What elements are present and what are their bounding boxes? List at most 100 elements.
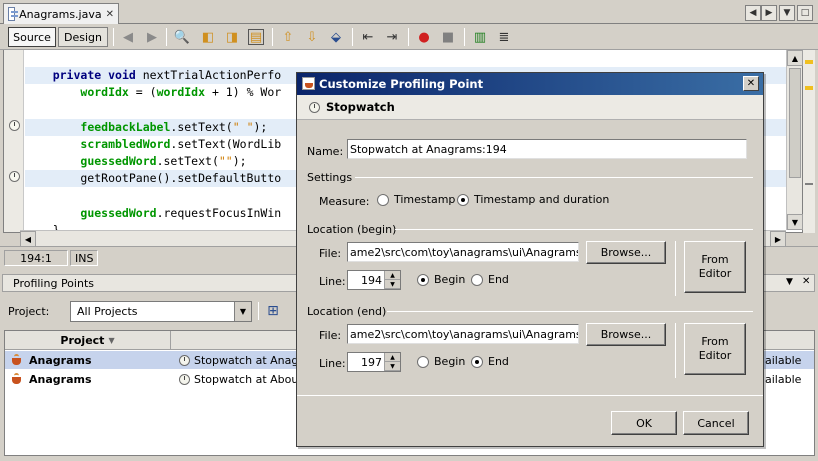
- start-macro-icon[interactable]: ●: [416, 29, 432, 45]
- end-location-end-radio[interactable]: End: [471, 355, 509, 368]
- scroll-up-button[interactable]: ▲: [787, 50, 803, 66]
- tab-anagrams-java[interactable]: Anagrams.java ✕: [3, 3, 119, 24]
- file-label: File:: [319, 247, 342, 260]
- stop-macro-icon[interactable]: ■: [440, 29, 456, 45]
- profiling-point-type: Stopwatch: [326, 100, 395, 114]
- begin-browse-button[interactable]: Browse...: [586, 241, 666, 264]
- scroll-left-button[interactable]: ◀: [20, 231, 36, 247]
- name-input[interactable]: Stopwatch at Anagrams:194: [347, 139, 747, 159]
- project-combobox[interactable]: All Projects ▼: [70, 301, 252, 322]
- forward-arrow-icon[interactable]: ▶: [144, 29, 160, 45]
- dialog-title-bar[interactable]: Customize Profiling Point ✕: [297, 73, 763, 95]
- chevron-down-icon[interactable]: ▼: [234, 302, 251, 321]
- profiling-point-cell: Stopwatch at About:: [179, 370, 306, 388]
- toggle-highlight-icon[interactable]: ▤: [248, 29, 264, 45]
- scroll-right-button[interactable]: ▶: [770, 231, 786, 247]
- minimize-window-icon[interactable]: ▼: [786, 277, 793, 287]
- stopwatch-icon[interactable]: [9, 120, 20, 131]
- find-next-icon[interactable]: ◨: [224, 29, 240, 45]
- end-from-editor-button[interactable]: From Editor: [684, 323, 746, 375]
- dialog-header: Stopwatch: [297, 95, 763, 120]
- end-line-spinner[interactable]: 197 ▲ ▼: [347, 352, 401, 372]
- scroll-down-button[interactable]: ▼: [787, 214, 803, 230]
- toolbar-separator: [113, 28, 114, 46]
- shift-right-icon[interactable]: ⇥: [384, 29, 400, 45]
- previous-bookmark-icon[interactable]: ⇧: [280, 29, 296, 45]
- dialog-close-button[interactable]: ✕: [743, 76, 759, 91]
- begin-line-spinner[interactable]: 194 ▲ ▼: [347, 270, 401, 290]
- column-header-project[interactable]: Project ▼: [5, 331, 171, 350]
- project-label: Project:: [8, 305, 50, 318]
- back-arrow-icon[interactable]: ◀: [120, 29, 136, 45]
- customize-profiling-point-dialog: Customize Profiling Point ✕ Stopwatch Na…: [296, 72, 764, 447]
- toggle-bookmark-icon[interactable]: ⬙: [328, 29, 344, 45]
- project-combobox-value: All Projects: [77, 305, 138, 318]
- editor-gutter[interactable]: [4, 50, 24, 232]
- next-bookmark-icon[interactable]: ⇩: [304, 29, 320, 45]
- editor-vertical-scrollbar[interactable]: ▲ ▼: [786, 50, 803, 230]
- sort-descending-icon: ▼: [108, 335, 115, 345]
- vertical-separator: [675, 241, 676, 296]
- radio-button[interactable]: [417, 273, 429, 286]
- stopwatch-icon: [309, 101, 320, 113]
- location-end-section-label: Location (end): [307, 305, 387, 318]
- end-file-input[interactable]: ame2\src\com\toy\anagrams\ui\Anagrams.ja…: [347, 324, 579, 344]
- settings-section-label: Settings: [307, 171, 353, 184]
- end-location-begin-radio[interactable]: Begin: [417, 355, 465, 368]
- scroll-tabs-left-button[interactable]: ◀: [745, 5, 761, 21]
- warning-mark[interactable]: [805, 86, 813, 90]
- profiler-icon: [302, 77, 315, 90]
- spinner-up-button[interactable]: ▲: [385, 271, 400, 280]
- maximize-button[interactable]: □: [797, 5, 813, 21]
- ok-button[interactable]: OK: [611, 411, 677, 435]
- begin-file-input[interactable]: ame2\src\com\toy\anagrams\ui\Anagrams.ja…: [347, 242, 579, 262]
- begin-location-begin-radio[interactable]: Begin: [417, 273, 465, 286]
- design-view-button[interactable]: Design: [58, 27, 108, 47]
- spinner-down-button[interactable]: ▼: [385, 362, 400, 371]
- project-cell: Anagrams: [11, 351, 92, 369]
- measure-timestamp-duration-radio[interactable]: Timestamp and duration: [457, 193, 609, 206]
- status-cell: ailable: [765, 372, 802, 386]
- radio-button[interactable]: [377, 193, 389, 206]
- spinner-up-button[interactable]: ▲: [385, 353, 400, 362]
- project-cell: Anagrams: [11, 370, 92, 388]
- cancel-button[interactable]: Cancel: [683, 411, 749, 435]
- uncomment-icon[interactable]: ≣: [496, 29, 512, 45]
- toolbar-separator: [258, 302, 259, 320]
- measure-label: Measure:: [319, 195, 370, 208]
- section-divider: [387, 311, 753, 312]
- stopwatch-icon: [179, 354, 190, 366]
- add-profiling-point-icon[interactable]: ⊞: [265, 303, 281, 319]
- profiling-point-cell: Stopwatch at Anagra: [179, 351, 310, 369]
- line-label: Line:: [319, 275, 346, 288]
- shift-left-icon[interactable]: ⇤: [360, 29, 376, 45]
- scroll-thumb[interactable]: [789, 68, 801, 178]
- stopwatch-icon[interactable]: [9, 171, 20, 182]
- end-browse-button[interactable]: Browse...: [586, 323, 666, 346]
- measure-timestamp-radio[interactable]: Timestamp: [377, 193, 455, 206]
- section-divider: [355, 177, 753, 178]
- comment-icon[interactable]: ▥: [472, 29, 488, 45]
- source-view-button[interactable]: Source: [8, 27, 56, 47]
- radio-button[interactable]: [417, 355, 429, 368]
- close-icon[interactable]: ✕: [802, 276, 810, 287]
- name-label: Name:: [307, 145, 344, 158]
- scroll-tabs-right-button[interactable]: ▶: [761, 5, 777, 21]
- dialog-title: Customize Profiling Point: [319, 77, 484, 91]
- tab-list-dropdown-button[interactable]: ▼: [779, 5, 795, 21]
- begin-location-end-radio[interactable]: End: [471, 273, 509, 286]
- radio-button[interactable]: [471, 273, 483, 286]
- radio-button[interactable]: [457, 193, 469, 206]
- begin-from-editor-button[interactable]: From Editor: [684, 241, 746, 293]
- radio-button[interactable]: [471, 355, 483, 368]
- close-icon[interactable]: ✕: [106, 9, 114, 20]
- spinner-down-button[interactable]: ▼: [385, 280, 400, 289]
- find-icon[interactable]: 🔍: [174, 29, 190, 45]
- toolbar-separator: [352, 28, 353, 46]
- dialog-divider: [297, 395, 763, 396]
- warning-mark[interactable]: [805, 60, 813, 64]
- find-previous-icon[interactable]: ◧: [200, 29, 216, 45]
- java-file-icon: [8, 7, 19, 21]
- stopwatch-icon: [179, 373, 190, 385]
- error-stripe[interactable]: [803, 50, 815, 233]
